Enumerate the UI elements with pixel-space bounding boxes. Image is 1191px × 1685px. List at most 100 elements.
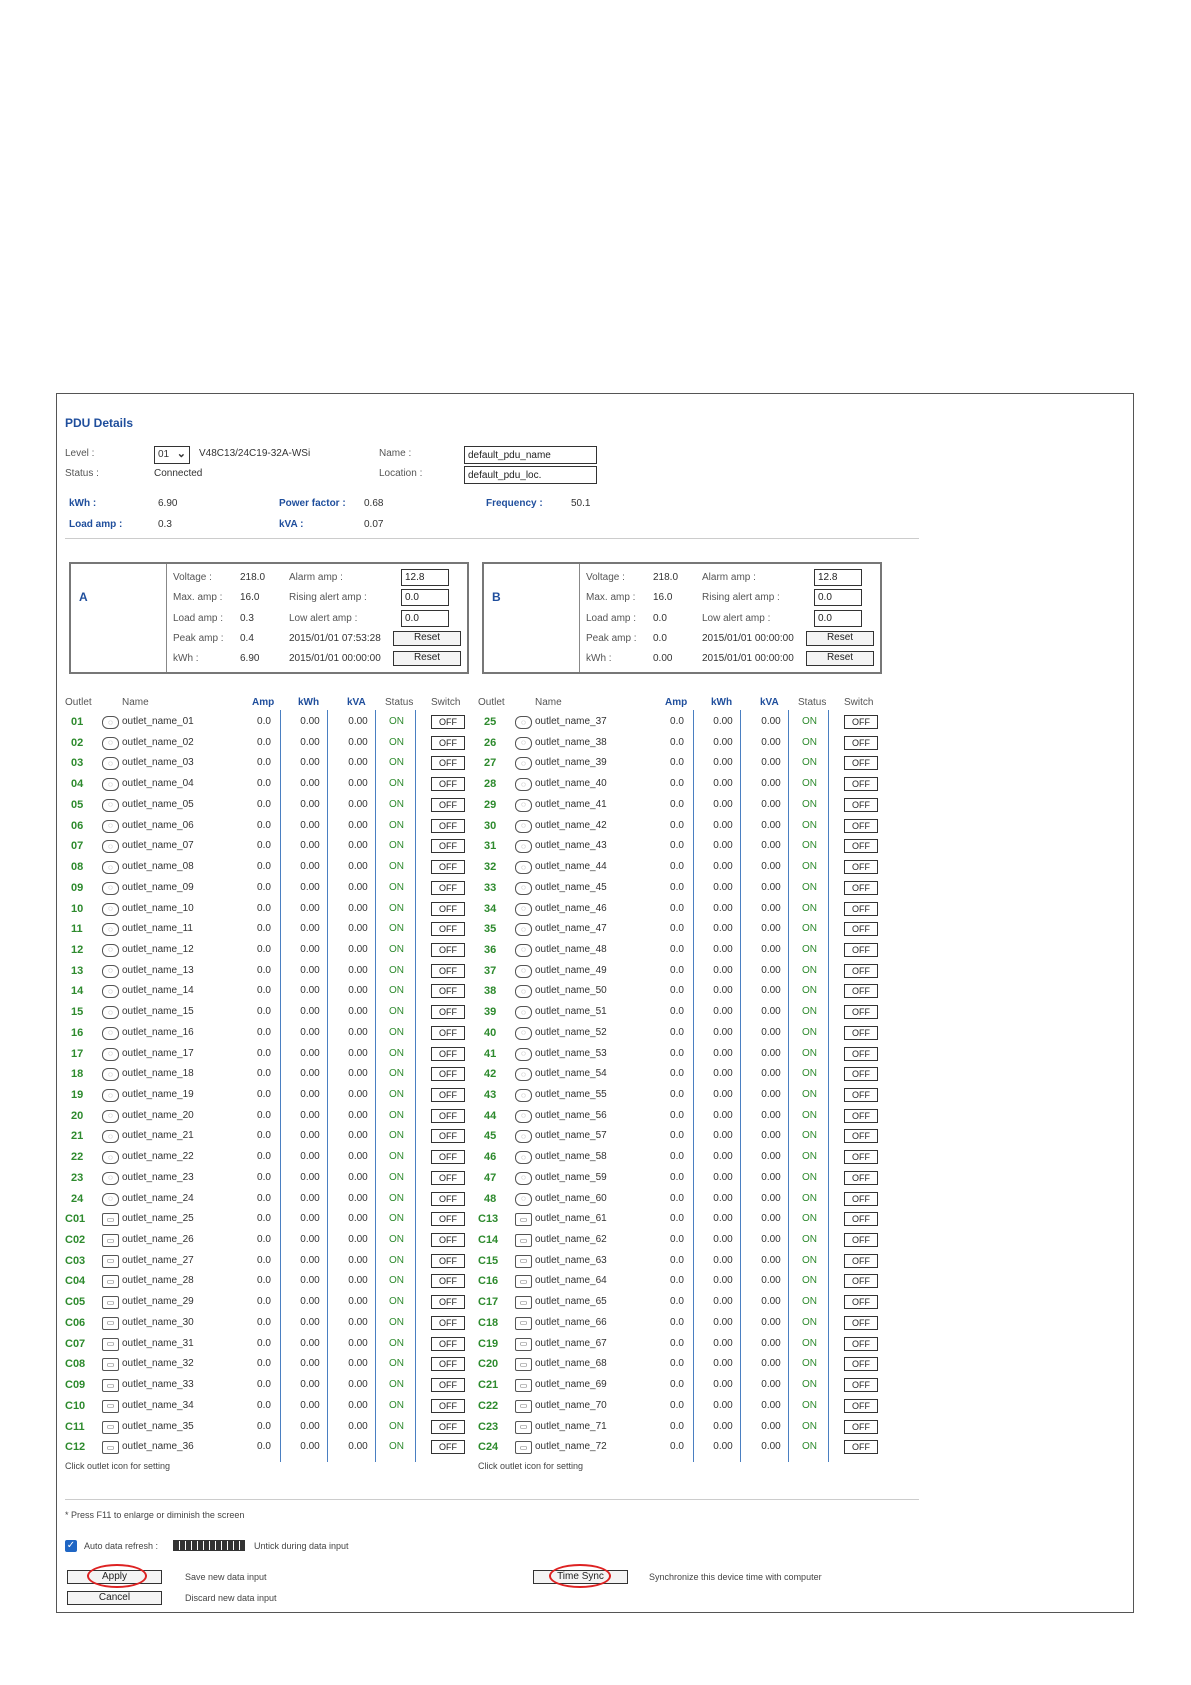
switch-off-button[interactable]: OFF bbox=[431, 1129, 465, 1144]
switch-off-button[interactable]: OFF bbox=[844, 715, 878, 729]
c19-outlet-icon[interactable]: ◌ bbox=[102, 1068, 119, 1082]
switch-off-button[interactable]: OFF bbox=[844, 1233, 878, 1247]
switch-off-button[interactable]: OFF bbox=[431, 1067, 465, 1082]
switch-off-button[interactable]: OFF bbox=[844, 1315, 878, 1330]
c13-outlet-icon[interactable]: ▭ bbox=[515, 1420, 532, 1434]
c19-outlet-icon[interactable]: ◌ bbox=[102, 757, 119, 771]
switch-off-button[interactable]: OFF bbox=[844, 1378, 878, 1392]
c19-outlet-icon[interactable]: ◌ bbox=[102, 923, 119, 937]
switch-off-button[interactable]: OFF bbox=[431, 777, 465, 792]
c13-outlet-icon[interactable]: ▭ bbox=[102, 1337, 119, 1351]
switch-off-button[interactable]: OFF bbox=[844, 1170, 878, 1185]
c13-outlet-icon[interactable]: ▭ bbox=[102, 1234, 119, 1247]
switch-off-button[interactable]: OFF bbox=[844, 1419, 878, 1434]
c19-outlet-icon[interactable]: ◌ bbox=[515, 1089, 532, 1102]
c19-outlet-icon[interactable]: ◌ bbox=[102, 736, 119, 750]
switch-off-button[interactable]: OFF bbox=[431, 1191, 465, 1206]
switch-off-button[interactable]: OFF bbox=[431, 922, 465, 937]
c13-outlet-icon[interactable]: ▭ bbox=[515, 1399, 532, 1413]
c13-outlet-icon[interactable]: ▭ bbox=[102, 1275, 119, 1289]
c13-outlet-icon[interactable]: ▭ bbox=[515, 1441, 532, 1455]
switch-off-button[interactable]: OFF bbox=[844, 818, 878, 833]
c13-outlet-icon[interactable]: ▭ bbox=[515, 1316, 532, 1330]
c19-outlet-icon[interactable]: ◌ bbox=[515, 964, 532, 978]
c19-outlet-icon[interactable]: ◌ bbox=[515, 716, 532, 729]
c19-outlet-icon[interactable]: ◌ bbox=[102, 819, 119, 833]
c19-outlet-icon[interactable]: ◌ bbox=[102, 798, 119, 812]
c13-outlet-icon[interactable]: ▭ bbox=[102, 1358, 119, 1372]
c13-outlet-icon[interactable]: ▭ bbox=[515, 1358, 532, 1372]
c19-outlet-icon[interactable]: ◌ bbox=[515, 902, 532, 916]
c19-outlet-icon[interactable]: ◌ bbox=[102, 1109, 119, 1123]
c19-outlet-icon[interactable]: ◌ bbox=[102, 716, 119, 729]
c19-outlet-icon[interactable]: ◌ bbox=[515, 1047, 532, 1061]
alarm-amp-input[interactable] bbox=[814, 569, 862, 586]
c19-outlet-icon[interactable]: ◌ bbox=[515, 861, 532, 874]
switch-off-button[interactable]: OFF bbox=[844, 880, 878, 895]
c19-outlet-icon[interactable]: ◌ bbox=[515, 1171, 532, 1185]
switch-off-button[interactable]: OFF bbox=[844, 797, 878, 812]
c19-outlet-icon[interactable]: ◌ bbox=[102, 902, 119, 916]
c13-outlet-icon[interactable]: ▭ bbox=[515, 1254, 532, 1268]
alarm-amp-input[interactable] bbox=[401, 569, 449, 586]
c19-outlet-icon[interactable]: ◌ bbox=[515, 1151, 532, 1165]
switch-off-button[interactable]: OFF bbox=[844, 756, 878, 771]
switch-off-button[interactable]: OFF bbox=[431, 1212, 465, 1227]
switch-off-button[interactable]: OFF bbox=[844, 1025, 878, 1040]
switch-off-button[interactable]: OFF bbox=[844, 1088, 878, 1102]
c13-outlet-icon[interactable]: ▭ bbox=[102, 1399, 119, 1413]
c19-outlet-icon[interactable]: ◌ bbox=[515, 840, 532, 854]
switch-off-button[interactable]: OFF bbox=[431, 1025, 465, 1040]
c19-outlet-icon[interactable]: ◌ bbox=[515, 778, 532, 792]
switch-off-button[interactable]: OFF bbox=[431, 1108, 465, 1123]
switch-off-button[interactable]: OFF bbox=[431, 1419, 465, 1434]
switch-off-button[interactable]: OFF bbox=[431, 963, 465, 978]
switch-off-button[interactable]: OFF bbox=[844, 1440, 878, 1455]
c19-outlet-icon[interactable]: ◌ bbox=[102, 840, 119, 854]
switch-off-button[interactable]: OFF bbox=[431, 1295, 465, 1310]
c19-outlet-icon[interactable]: ◌ bbox=[102, 1130, 119, 1144]
switch-off-button[interactable]: OFF bbox=[844, 1357, 878, 1372]
c19-outlet-icon[interactable]: ◌ bbox=[102, 1089, 119, 1102]
switch-off-button[interactable]: OFF bbox=[844, 1398, 878, 1413]
switch-off-button[interactable]: OFF bbox=[844, 1108, 878, 1123]
c19-outlet-icon[interactable]: ◌ bbox=[515, 798, 532, 812]
switch-off-button[interactable]: OFF bbox=[431, 1274, 465, 1289]
c19-outlet-icon[interactable]: ◌ bbox=[515, 1109, 532, 1123]
c19-outlet-icon[interactable]: ◌ bbox=[102, 1151, 119, 1165]
switch-off-button[interactable]: OFF bbox=[844, 1295, 878, 1310]
switch-off-button[interactable]: OFF bbox=[431, 756, 465, 771]
switch-off-button[interactable]: OFF bbox=[431, 880, 465, 895]
c19-outlet-icon[interactable]: ◌ bbox=[515, 757, 532, 771]
reset-peak-button[interactable]: Reset bbox=[393, 631, 461, 646]
switch-off-button[interactable]: OFF bbox=[844, 1274, 878, 1289]
c13-outlet-icon[interactable]: ▭ bbox=[102, 1316, 119, 1330]
switch-off-button[interactable]: OFF bbox=[431, 1005, 465, 1020]
pdu-name-input[interactable] bbox=[464, 446, 597, 464]
c19-outlet-icon[interactable]: ◌ bbox=[515, 1130, 532, 1144]
switch-off-button[interactable]: OFF bbox=[431, 1046, 465, 1061]
switch-off-button[interactable]: OFF bbox=[431, 942, 465, 957]
switch-off-button[interactable]: OFF bbox=[844, 942, 878, 957]
switch-off-button[interactable]: OFF bbox=[431, 1315, 465, 1330]
auto-refresh-checkbox[interactable]: ✓ bbox=[65, 1540, 77, 1552]
c13-outlet-icon[interactable]: ▭ bbox=[102, 1441, 119, 1455]
c13-outlet-icon[interactable]: ▭ bbox=[102, 1213, 119, 1227]
switch-off-button[interactable]: OFF bbox=[431, 839, 465, 854]
c19-outlet-icon[interactable]: ◌ bbox=[515, 923, 532, 937]
low-alert-input[interactable] bbox=[814, 610, 862, 627]
c13-outlet-icon[interactable]: ▭ bbox=[515, 1337, 532, 1351]
switch-off-button[interactable]: OFF bbox=[431, 1233, 465, 1247]
c13-outlet-icon[interactable]: ▭ bbox=[515, 1213, 532, 1227]
switch-off-button[interactable]: OFF bbox=[844, 963, 878, 978]
reset-kwh-button[interactable]: Reset bbox=[393, 651, 461, 666]
c19-outlet-icon[interactable]: ◌ bbox=[102, 985, 119, 999]
switch-off-button[interactable]: OFF bbox=[431, 984, 465, 999]
rising-alert-input[interactable] bbox=[814, 589, 862, 606]
pdu-location-input[interactable] bbox=[464, 466, 597, 484]
c19-outlet-icon[interactable]: ◌ bbox=[102, 943, 119, 957]
reset-peak-button[interactable]: Reset bbox=[806, 631, 874, 646]
level-select[interactable]: 01 ⌄ bbox=[154, 446, 190, 464]
c19-outlet-icon[interactable]: ◌ bbox=[515, 1068, 532, 1082]
switch-off-button[interactable]: OFF bbox=[844, 901, 878, 916]
